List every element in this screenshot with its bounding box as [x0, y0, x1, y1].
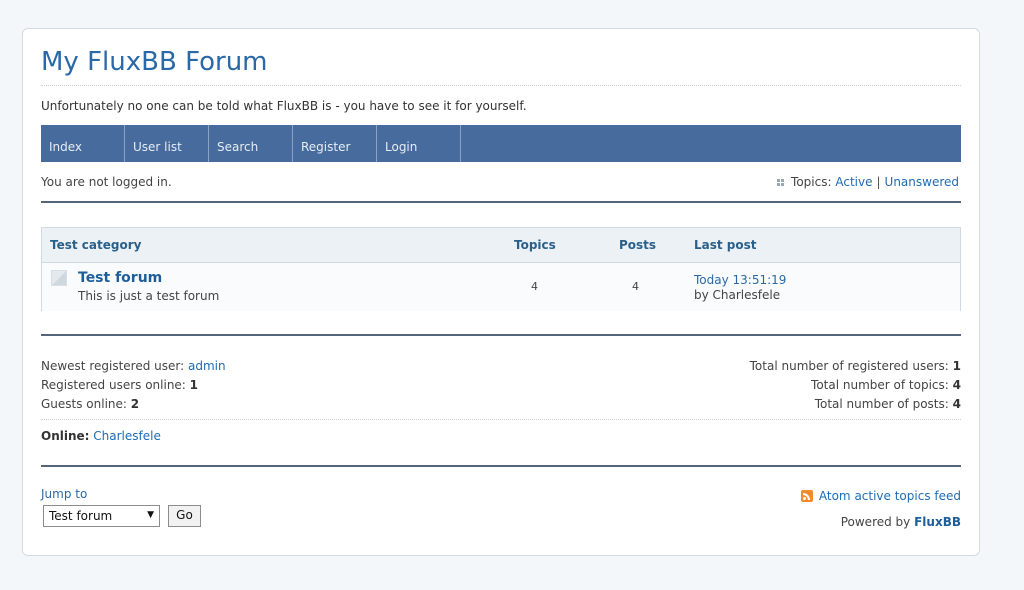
topics-label: Topics: — [791, 175, 832, 189]
dropdown-arrow-icon: ▼ — [147, 510, 154, 520]
stats-divider — [41, 419, 961, 420]
total-users-count: 1 — [952, 359, 961, 373]
login-status: You are not logged in. — [41, 175, 172, 189]
title-divider — [41, 85, 961, 86]
forum-link[interactable]: Test forum — [78, 270, 162, 286]
total-topics-count: 4 — [952, 378, 961, 392]
nav-item-user-list[interactable]: User list — [125, 125, 209, 162]
topics-links: Topics: Active | Unanswered — [777, 175, 959, 189]
newest-user-line: Newest registered user: admin — [41, 357, 226, 376]
forum-description: Unfortunately no one can be told what Fl… — [41, 99, 527, 113]
newest-user-link[interactable]: admin — [188, 359, 226, 373]
category-table: Test category Topics Posts Last post Tes… — [41, 227, 961, 311]
forum-post-count: 4 — [632, 280, 639, 293]
grid-bullet-icon — [777, 178, 785, 186]
topics-separator: | — [876, 175, 881, 189]
rss-feed-icon — [800, 490, 813, 502]
forum-title[interactable]: My FluxBB Forum — [41, 47, 268, 77]
column-topics: Topics — [514, 238, 556, 252]
atom-feed-link[interactable]: Atom active topics feed — [819, 489, 961, 503]
total-topics-line: Total number of topics: 4 — [750, 376, 961, 395]
main-navigation: Index User list Search Register Login — [41, 125, 961, 162]
fluxbb-link[interactable]: FluxBB — [914, 515, 961, 529]
online-user-link[interactable]: Charlesfele — [93, 429, 161, 443]
users-online-label: Registered users online: — [41, 378, 186, 392]
feed-link-container: Atom active topics feed — [800, 489, 961, 503]
total-users-line: Total number of registered users: 1 — [750, 357, 961, 376]
divider — [41, 465, 961, 467]
category-header: Test category Topics Posts Last post — [42, 228, 960, 263]
nav-item-login[interactable]: Login — [377, 125, 461, 162]
jump-to-label: Jump to — [41, 487, 88, 501]
total-posts-count: 4 — [952, 397, 961, 411]
total-topics-label: Total number of topics: — [811, 378, 949, 392]
unanswered-topics-link[interactable]: Unanswered — [885, 175, 959, 189]
jump-to-select[interactable]: Test forum ▼ — [43, 505, 160, 527]
divider — [41, 201, 961, 203]
nav-item-index[interactable]: Index — [41, 125, 125, 162]
online-list: Online: Charlesfele — [41, 429, 161, 443]
jump-to-selected: Test forum — [49, 509, 113, 523]
forum-row: Test forum This is just a test forum 4 4… — [42, 263, 960, 311]
guests-online-line: Guests online: 2 — [41, 395, 226, 414]
powered-by-label: Powered by — [840, 515, 911, 529]
last-post-link[interactable]: Today 13:51:19 — [694, 273, 786, 287]
users-online-line: Registered users online: 1 — [41, 376, 226, 395]
board-stats: Total number of registered users: 1 Tota… — [750, 357, 961, 414]
guests-online-label: Guests online: — [41, 397, 127, 411]
category-name: Test category — [50, 238, 142, 252]
divider — [41, 334, 961, 336]
go-button[interactable]: Go — [168, 505, 201, 527]
total-posts-line: Total number of posts: 4 — [750, 395, 961, 414]
newest-user-label: Newest registered user: — [41, 359, 185, 373]
column-last-post: Last post — [694, 238, 757, 252]
forum-status-icon — [51, 270, 67, 286]
online-label: Online: — [41, 429, 90, 443]
active-topics-link[interactable]: Active — [835, 175, 872, 189]
user-stats: Newest registered user: admin Registered… — [41, 357, 226, 414]
total-users-label: Total number of registered users: — [749, 359, 949, 373]
users-online-count: 1 — [189, 378, 199, 392]
column-posts: Posts — [619, 238, 657, 252]
page-container: My FluxBB Forum Unfortunately no one can… — [22, 28, 980, 556]
forum-row-description: This is just a test forum — [78, 289, 220, 303]
nav-item-register[interactable]: Register — [293, 125, 377, 162]
guests-online-count: 2 — [130, 397, 140, 411]
powered-by: Powered by FluxBB — [841, 515, 961, 529]
total-posts-label: Total number of posts: — [814, 397, 949, 411]
forum-topic-count: 4 — [531, 280, 538, 293]
last-post-author: by Charlesfele — [694, 288, 781, 302]
nav-item-search[interactable]: Search — [209, 125, 293, 162]
